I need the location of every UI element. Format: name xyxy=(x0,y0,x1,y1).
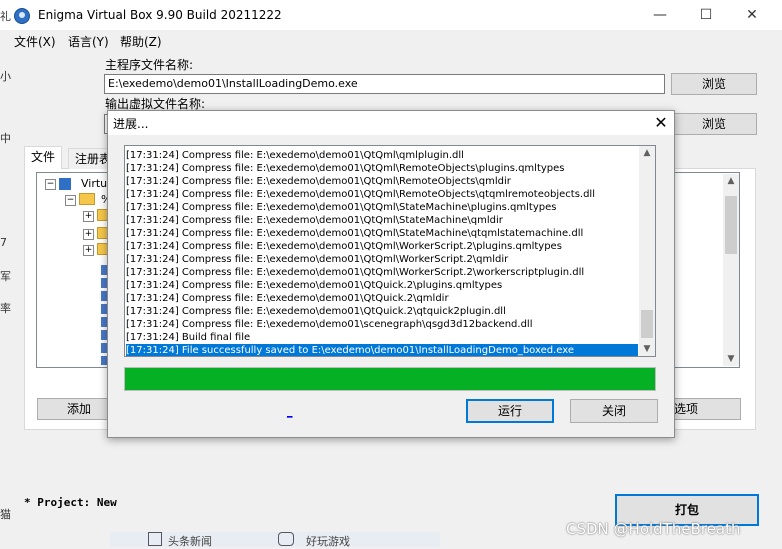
tab-files[interactable]: 文件 xyxy=(24,146,63,169)
log-scroll-thumb[interactable] xyxy=(641,310,653,338)
news-icon xyxy=(148,532,162,546)
log-line[interactable]: [17:31:24] Compress file: E:\exedemo\dem… xyxy=(126,227,638,240)
input-file-field[interactable]: E:\exedemo\demo01\InstallLoadingDemo.exe xyxy=(104,74,665,94)
left-edge-text: 中 xyxy=(0,132,11,145)
background-strip: 头条新闻 好玩游戏 xyxy=(110,532,440,548)
computer-icon xyxy=(59,178,71,190)
left-edge-text: 军 xyxy=(0,270,11,283)
run-button[interactable]: 运行 xyxy=(466,399,554,423)
browse-output-button[interactable]: 浏览 xyxy=(671,113,757,135)
left-edge-text: 率 xyxy=(0,302,11,315)
app-icon xyxy=(14,8,30,24)
log-line[interactable]: [17:31:24] Compress file: E:\exedemo\dem… xyxy=(126,201,638,214)
progress-dialog: 进展... ✕ [17:31:24] Compress file: E:\exe… xyxy=(107,110,675,438)
log-line[interactable]: [17:31:24] Compress file: E:\exedemo\dem… xyxy=(126,292,638,305)
dialog-title-bar: 进展... ✕ xyxy=(108,111,674,135)
tree-expand-icon[interactable]: + xyxy=(83,245,94,256)
input-file-label: 主程序文件名称: xyxy=(105,58,194,72)
close-dialog-button[interactable]: 关闭 xyxy=(570,399,658,423)
log-scrollbar[interactable]: ▲ ▼ xyxy=(639,146,655,356)
scroll-down-icon[interactable]: ▼ xyxy=(723,352,739,366)
log-list[interactable]: [17:31:24] Compress file: E:\exedemo\dem… xyxy=(124,145,656,357)
tree-expand-icon[interactable]: + xyxy=(83,211,94,222)
log-line[interactable]: [17:31:24] Compress file: E:\exedemo\dem… xyxy=(126,149,638,162)
log-line[interactable]: [17:31:24] Compress file: E:\exedemo\dem… xyxy=(126,240,638,253)
menu-bar xyxy=(0,30,782,52)
log-line[interactable]: [17:31:24] File successfully saved to E:… xyxy=(126,344,638,356)
close-button[interactable]: ✕ xyxy=(729,0,775,30)
log-line[interactable]: [17:31:24] Compress file: E:\exedemo\dem… xyxy=(126,305,638,318)
watermark: CSDN @HoldTheBreath xyxy=(566,520,741,538)
log-line[interactable]: [17:31:24] Compress file: E:\exedemo\dem… xyxy=(126,266,638,279)
log-line[interactable]: [17:31:24] Compress file: E:\exedemo\dem… xyxy=(126,253,638,266)
folder-icon xyxy=(79,193,95,205)
details-link[interactable]: _ xyxy=(287,405,293,418)
scroll-down-icon[interactable]: ▼ xyxy=(639,342,655,356)
tree-collapse-icon[interactable]: − xyxy=(45,179,56,190)
dialog-title: 进展... xyxy=(113,117,149,131)
log-line[interactable]: [17:31:24] Compress file: E:\exedemo\dem… xyxy=(126,214,638,227)
browse-input-button[interactable]: 浏览 xyxy=(671,73,757,95)
dialog-close-button[interactable]: ✕ xyxy=(648,111,674,135)
scroll-up-icon[interactable]: ▲ xyxy=(723,174,739,188)
scroll-up-icon[interactable]: ▲ xyxy=(639,146,655,160)
log-line[interactable]: [17:31:24] Compress file: E:\exedemo\dem… xyxy=(126,188,638,201)
left-edge-text: 7 xyxy=(0,236,7,249)
log-line[interactable]: [17:31:24] Compress file: E:\exedemo\dem… xyxy=(126,175,638,188)
project-status: * Project: New xyxy=(24,496,117,509)
log-line[interactable]: [17:31:24] Compress file: E:\exedemo\dem… xyxy=(126,279,638,292)
tree-collapse-icon[interactable]: − xyxy=(65,195,76,206)
title-bar: Enigma Virtual Box 9.90 Build 20211222 —… xyxy=(0,0,782,30)
menu-help[interactable]: 帮助(Z) xyxy=(120,33,162,50)
left-edge-text: 礼 xyxy=(0,10,11,23)
log-line[interactable]: [17:31:24] Compress file: E:\exedemo\dem… xyxy=(126,318,638,331)
progress-fill xyxy=(125,368,655,390)
minimize-button[interactable]: — xyxy=(637,0,683,30)
game-icon xyxy=(278,532,294,546)
log-line[interactable]: [17:31:24] Build final file xyxy=(126,331,638,344)
menu-file[interactable]: 文件(X) xyxy=(14,33,56,50)
log-line[interactable]: [17:31:24] Compress file: E:\exedemo\dem… xyxy=(126,162,638,175)
tree-scroll-thumb[interactable] xyxy=(725,196,737,254)
tree-expand-icon[interactable]: + xyxy=(83,229,94,240)
left-edge-text: 猫 xyxy=(0,508,11,521)
window-title: Enigma Virtual Box 9.90 Build 20211222 xyxy=(38,8,282,22)
progress-bar xyxy=(124,367,656,391)
left-edge-text: 小 xyxy=(0,70,11,83)
menu-language[interactable]: 语言(Y) xyxy=(68,33,109,50)
maximize-button[interactable]: ☐ xyxy=(683,0,729,30)
